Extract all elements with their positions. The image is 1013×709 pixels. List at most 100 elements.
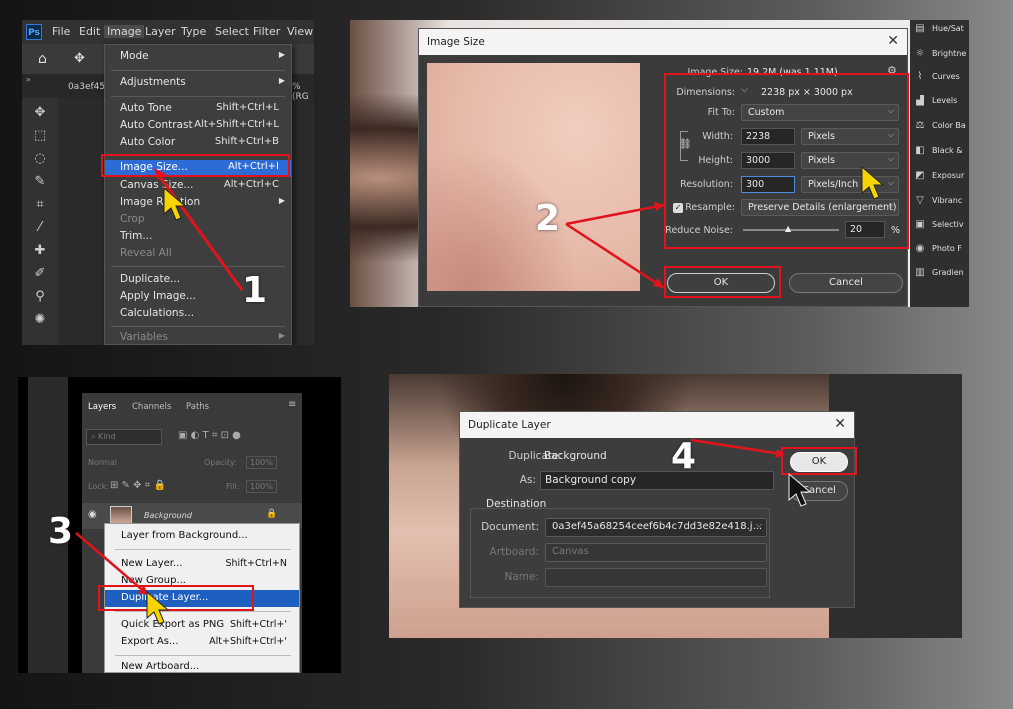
- adjustment-color-balance[interactable]: ⚖ Color Ba: [914, 120, 969, 136]
- menu-item-auto-color[interactable]: Auto Color Shift+Ctrl+B: [105, 135, 291, 152]
- photo-filter-icon: ◉: [915, 243, 925, 254]
- fill-label: Fill:: [226, 482, 240, 491]
- close-icon[interactable]: ✕: [887, 33, 899, 49]
- adjustment-vibrance[interactable]: ▽ Vibranc: [914, 195, 969, 211]
- eye-icon[interactable]: ◉: [88, 509, 97, 520]
- vibrance-icon: ▽: [916, 195, 924, 206]
- menu-item-new-artboard[interactable]: New Artboard...: [105, 659, 299, 673]
- adjustment-hue-saturation[interactable]: ▤ Hue/Sat: [914, 23, 969, 39]
- menu-type[interactable]: Type: [181, 25, 206, 38]
- image-menu-panel: Ps File Edit Image Layer Type Select Fil…: [22, 20, 314, 345]
- step-number-2: 2: [535, 198, 561, 239]
- menu-file[interactable]: File: [52, 25, 70, 38]
- quick-select-tool-icon[interactable]: ✎: [32, 175, 48, 189]
- healing-brush-tool-icon[interactable]: ✚: [32, 244, 48, 258]
- kind-filter-dropdown[interactable]: ⌕ Kind: [86, 429, 162, 445]
- curves-icon: ⌇: [917, 71, 923, 82]
- document-tab-name[interactable]: 0a3ef45: [68, 82, 105, 92]
- hue-saturation-icon: ▤: [915, 23, 925, 34]
- adjustment-selective-color[interactable]: ▣ Selectiv: [914, 219, 969, 235]
- adjustment-gradient-map[interactable]: ▥ Gradien: [914, 267, 969, 283]
- photoshop-logo-icon: Ps: [26, 24, 42, 40]
- dialog-title: Image Size: [427, 36, 485, 48]
- crop-tool-icon[interactable]: ⌗: [32, 198, 48, 212]
- selective-color-icon: ▣: [915, 219, 925, 230]
- adjustment-photo-filter[interactable]: ◉ Photo F: [914, 243, 969, 259]
- pixel-filter-icon[interactable]: ▣ ◐ T ⌗ ⊡ ●: [178, 430, 241, 441]
- duplicate-layer-panel: Duplicate Layer ✕ Duplicate: Background …: [389, 374, 962, 638]
- tab-paths[interactable]: Paths: [186, 402, 209, 412]
- menu-item-mode[interactable]: Mode ▶: [105, 49, 291, 66]
- menu-item-auto-contrast[interactable]: Auto Contrast Alt+Shift+Ctrl+L: [105, 118, 291, 135]
- document-label: Document:: [481, 521, 539, 533]
- move-tool-icon[interactable]: ✥: [32, 106, 48, 120]
- submenu-arrow-icon: ▶: [278, 50, 285, 59]
- exposure-icon: ◩: [915, 170, 925, 181]
- menu-view[interactable]: View: [287, 25, 313, 38]
- arrow-line-icon: [690, 438, 785, 458]
- adjustment-levels[interactable]: ▟ Levels: [914, 95, 969, 111]
- artboard-dropdown: Canvas: [545, 543, 767, 562]
- move-tool-icon[interactable]: ✥: [74, 51, 85, 66]
- highlight-box-settings: [664, 73, 909, 249]
- menu-layer[interactable]: Layer: [145, 25, 176, 38]
- tab-channels[interactable]: Channels: [132, 402, 171, 412]
- color-balance-icon: ⚖: [915, 120, 925, 131]
- blend-row: Normal Opacity: 100%: [86, 455, 298, 473]
- adjustment-brightness[interactable]: ☼ Brightne: [914, 48, 969, 64]
- lasso-tool-icon[interactable]: ◌: [32, 152, 48, 166]
- menu-item-adjustments[interactable]: Adjustments ▶: [105, 75, 291, 92]
- duplicate-value: Background: [544, 450, 607, 462]
- marquee-tool-icon[interactable]: ⬚: [32, 129, 48, 143]
- as-input[interactable]: Background copy: [540, 471, 774, 490]
- dialog-title: Duplicate Layer: [468, 419, 551, 431]
- adjustment-black-white[interactable]: ◧ Black &: [914, 145, 969, 161]
- collapse-icon[interactable]: »: [26, 75, 31, 84]
- close-icon[interactable]: ✕: [834, 416, 846, 432]
- submenu-arrow-icon: ▶: [278, 76, 285, 85]
- cancel-button[interactable]: Cancel: [789, 273, 903, 293]
- cursor-arrow-icon: [154, 168, 244, 291]
- adjustment-exposure[interactable]: ◩ Exposur: [914, 170, 969, 186]
- home-icon[interactable]: ⌂: [38, 51, 47, 67]
- lock-icon: 🔒: [266, 509, 278, 519]
- menu-item-quick-export-png[interactable]: Quick Export as PNG Shift+Ctrl+': [105, 617, 299, 634]
- opacity-input[interactable]: 100%: [246, 456, 277, 469]
- cursor-arrow-icon: [146, 590, 170, 625]
- menu-divider: [111, 326, 285, 327]
- image-size-panel: ▤ Hue/Sat ☼ Brightne ⌇ Curves ▟ Levels ⚖ Colo…: [350, 20, 969, 307]
- eyedropper-tool-icon[interactable]: ⁄: [32, 221, 48, 235]
- layers-panel-step: Layers Channels Paths ≡ ⌕ Kind ▣ ◐ T ⌗ ⊡…: [18, 377, 341, 673]
- menu-bar: Ps File Edit Image Layer Type Select Fil…: [22, 20, 314, 44]
- dialog-title-bar: Image Size ✕: [419, 29, 907, 55]
- cursor-arrow-icon: [861, 165, 885, 200]
- document-dropdown[interactable]: 0a3ef45a68254ceef6b4c7dd3e82e418.j... ⌵: [545, 518, 767, 537]
- name-input: [545, 568, 767, 587]
- menu-edit[interactable]: Edit: [79, 25, 100, 38]
- fill-input[interactable]: 100%: [246, 480, 277, 493]
- menu-divider: [111, 70, 285, 71]
- adjustment-curves[interactable]: ⌇ Curves: [914, 71, 969, 87]
- panel-menu-icon[interactable]: ≡: [288, 399, 296, 410]
- menu-image[interactable]: Image: [104, 25, 145, 38]
- brightness-icon: ☼: [915, 48, 925, 59]
- arrow-lines-icon: [565, 202, 665, 290]
- filter-row: ⌕ Kind ▣ ◐ T ⌗ ⊡ ●: [86, 429, 298, 447]
- search-icon: ⌕: [91, 432, 99, 441]
- history-brush-tool-icon[interactable]: ✺: [32, 313, 48, 327]
- destination-group: Document: 0a3ef45a68254ceef6b4c7dd3e82e4…: [470, 508, 770, 598]
- artboard-label: Artboard:: [489, 546, 539, 558]
- menu-select[interactable]: Select: [215, 25, 249, 38]
- clone-stamp-tool-icon[interactable]: ⚲: [32, 290, 48, 304]
- menu-item-auto-tone[interactable]: Auto Tone Shift+Ctrl+L: [105, 101, 291, 118]
- name-label: Name:: [504, 571, 539, 583]
- blend-mode-dropdown[interactable]: Normal: [88, 458, 117, 467]
- menu-item-export-as[interactable]: Export As... Alt+Shift+Ctrl+': [105, 634, 299, 651]
- gradient-map-icon: ▥: [915, 267, 925, 278]
- tab-layers[interactable]: Layers: [88, 402, 116, 412]
- menu-divider: [111, 96, 285, 97]
- step-number-4: 4: [671, 436, 697, 477]
- brush-tool-icon[interactable]: ✐: [32, 267, 48, 281]
- menu-filter[interactable]: Filter: [253, 25, 280, 38]
- lock-icons[interactable]: ⊞ ✎ ✥ ⌗ 🔒: [110, 480, 166, 491]
